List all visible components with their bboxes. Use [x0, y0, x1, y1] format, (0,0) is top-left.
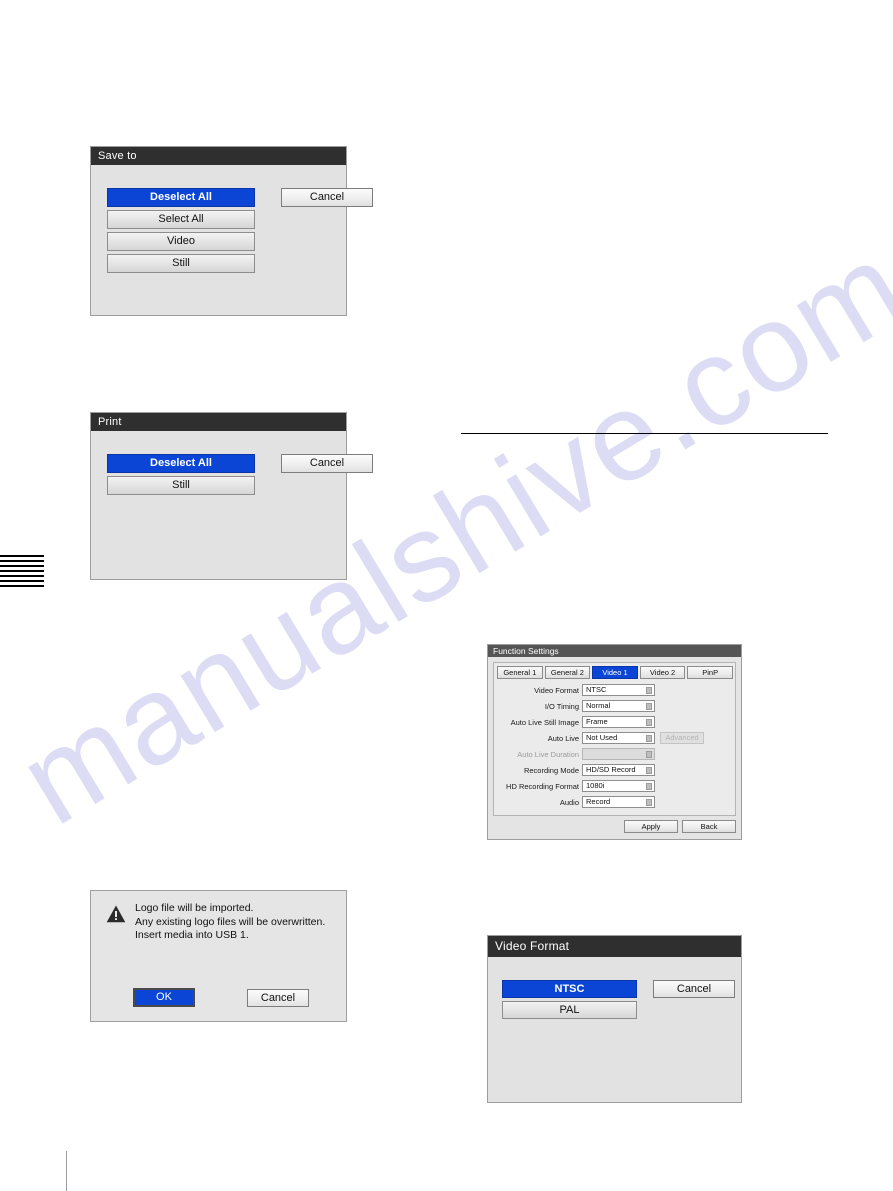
- function-settings-panel: General 1 General 2 Video 1 Video 2 PinP…: [493, 662, 736, 816]
- warning-message-line-1: Logo file will be imported.: [135, 902, 254, 914]
- warning-message-line-3: Insert media into USB 1.: [135, 929, 249, 941]
- print-option-deselect-all[interactable]: Deselect All: [107, 454, 255, 473]
- function-settings-footer: Apply Back: [493, 820, 736, 834]
- setting-label-video-format: Video Format: [534, 686, 579, 695]
- function-settings-tabs: General 1 General 2 Video 1 Video 2 PinP: [497, 666, 733, 679]
- print-dialog-title: Print: [91, 413, 346, 431]
- save-to-option-deselect-all[interactable]: Deselect All: [107, 188, 255, 207]
- chevron-down-icon[interactable]: [646, 687, 652, 694]
- setting-label-audio: Audio: [559, 798, 579, 807]
- logo-import-warning-dialog: Logo file will be imported. Any existing…: [90, 890, 347, 1022]
- chevron-down-icon[interactable]: [646, 735, 652, 742]
- setting-dropdown-io-timing[interactable]: Normal: [582, 700, 655, 712]
- tab-general-2[interactable]: General 2: [544, 666, 591, 679]
- setting-value-auto-live-still-image: Frame: [586, 717, 608, 726]
- setting-row-recording-mode: Recording Mode HD/SD Record: [494, 764, 737, 777]
- setting-label-recording-mode: Recording Mode: [523, 766, 579, 775]
- setting-dropdown-audio[interactable]: Record: [582, 796, 655, 808]
- setting-label-auto-live-still-image: Auto Live Still Image: [510, 718, 579, 727]
- chevron-down-icon: [646, 751, 652, 758]
- setting-row-auto-live: Auto Live Not Used Advanced: [494, 732, 737, 745]
- print-dialog-body: Deselect All Still Cancel: [91, 431, 373, 579]
- setting-dropdown-recording-mode[interactable]: HD/SD Record: [582, 764, 655, 776]
- setting-dropdown-auto-live-duration: [582, 748, 655, 760]
- section-divider-rule: [461, 433, 828, 434]
- warning-message: Logo file will be imported. Any existing…: [135, 902, 325, 943]
- chevron-down-icon[interactable]: [646, 799, 652, 806]
- print-cancel-button[interactable]: Cancel: [281, 454, 373, 473]
- page-edge-stripes: [0, 555, 44, 589]
- footer-margin-mark: [66, 1151, 67, 1191]
- video-format-dialog-body: NTSC PAL Cancel: [488, 957, 741, 1102]
- print-dialog: Print Deselect All Still Cancel: [90, 412, 373, 580]
- chevron-down-icon[interactable]: [646, 783, 652, 790]
- setting-value-hd-recording-format: 1080i: [586, 781, 605, 790]
- video-format-option-pal[interactable]: PAL: [502, 1001, 637, 1019]
- setting-value-audio: Record: [586, 797, 611, 806]
- advanced-button: Advanced: [660, 732, 704, 744]
- video-format-dialog-title: Video Format: [488, 936, 741, 957]
- warning-triangle-icon: [106, 905, 126, 923]
- save-to-dialog: Save to Deselect All Select All Video St…: [90, 146, 373, 316]
- setting-label-io-timing: I/O Timing: [544, 702, 579, 711]
- save-to-dialog-body: Deselect All Select All Video Still Canc…: [91, 165, 373, 315]
- warning-cancel-button[interactable]: Cancel: [247, 989, 309, 1007]
- setting-row-auto-live-still-image: Auto Live Still Image Frame: [494, 716, 737, 729]
- chevron-down-icon[interactable]: [646, 703, 652, 710]
- tab-video-2[interactable]: Video 2: [639, 666, 686, 679]
- video-format-dialog: Video Format NTSC PAL Cancel: [487, 935, 742, 1103]
- setting-row-audio: Audio Record: [494, 796, 737, 809]
- setting-row-hd-recording-format: HD Recording Format 1080i: [494, 780, 737, 793]
- warning-ok-button[interactable]: OK: [133, 988, 195, 1007]
- print-option-still[interactable]: Still: [107, 476, 255, 495]
- setting-label-auto-live-duration: Auto Live Duration: [517, 750, 579, 759]
- save-to-cancel-button[interactable]: Cancel: [281, 188, 373, 207]
- tab-pinp[interactable]: PinP: [687, 666, 733, 679]
- warning-message-line-2: Any existing logo files will be overwrit…: [135, 915, 326, 928]
- back-button[interactable]: Back: [682, 820, 736, 833]
- save-to-option-still[interactable]: Still: [107, 254, 255, 273]
- save-to-option-video[interactable]: Video: [107, 232, 255, 251]
- chevron-down-icon[interactable]: [646, 719, 652, 726]
- document-page: manualshive.com Save to Deselect All Sel…: [0, 0, 893, 1191]
- video-format-option-ntsc[interactable]: NTSC: [502, 980, 637, 998]
- chevron-down-icon[interactable]: [646, 767, 652, 774]
- tab-general-1[interactable]: General 1: [497, 666, 543, 679]
- setting-dropdown-auto-live-still-image[interactable]: Frame: [582, 716, 655, 728]
- setting-dropdown-video-format[interactable]: NTSC: [582, 684, 655, 696]
- save-to-dialog-title: Save to: [91, 147, 346, 165]
- apply-button[interactable]: Apply: [624, 820, 678, 833]
- setting-dropdown-hd-recording-format[interactable]: 1080i: [582, 780, 655, 792]
- save-to-option-select-all[interactable]: Select All: [107, 210, 255, 229]
- function-settings-rows: Video Format NTSC I/O Timing Normal Auto…: [494, 684, 737, 812]
- setting-value-recording-mode: HD/SD Record: [586, 765, 636, 774]
- function-settings-title: Function Settings: [488, 645, 741, 657]
- setting-dropdown-auto-live[interactable]: Not Used: [582, 732, 655, 744]
- setting-value-video-format: NTSC: [586, 685, 607, 694]
- tab-video-1[interactable]: Video 1: [592, 666, 638, 679]
- video-format-cancel-button[interactable]: Cancel: [653, 980, 735, 998]
- setting-row-io-timing: I/O Timing Normal: [494, 700, 737, 713]
- setting-value-auto-live: Not Used: [586, 733, 618, 742]
- setting-row-video-format: Video Format NTSC: [494, 684, 737, 697]
- setting-row-auto-live-duration: Auto Live Duration: [494, 748, 737, 761]
- setting-value-io-timing: Normal: [586, 701, 611, 710]
- setting-label-hd-recording-format: HD Recording Format: [506, 782, 579, 791]
- function-settings-dialog: Function Settings General 1 General 2 Vi…: [487, 644, 742, 840]
- setting-label-auto-live: Auto Live: [547, 734, 579, 743]
